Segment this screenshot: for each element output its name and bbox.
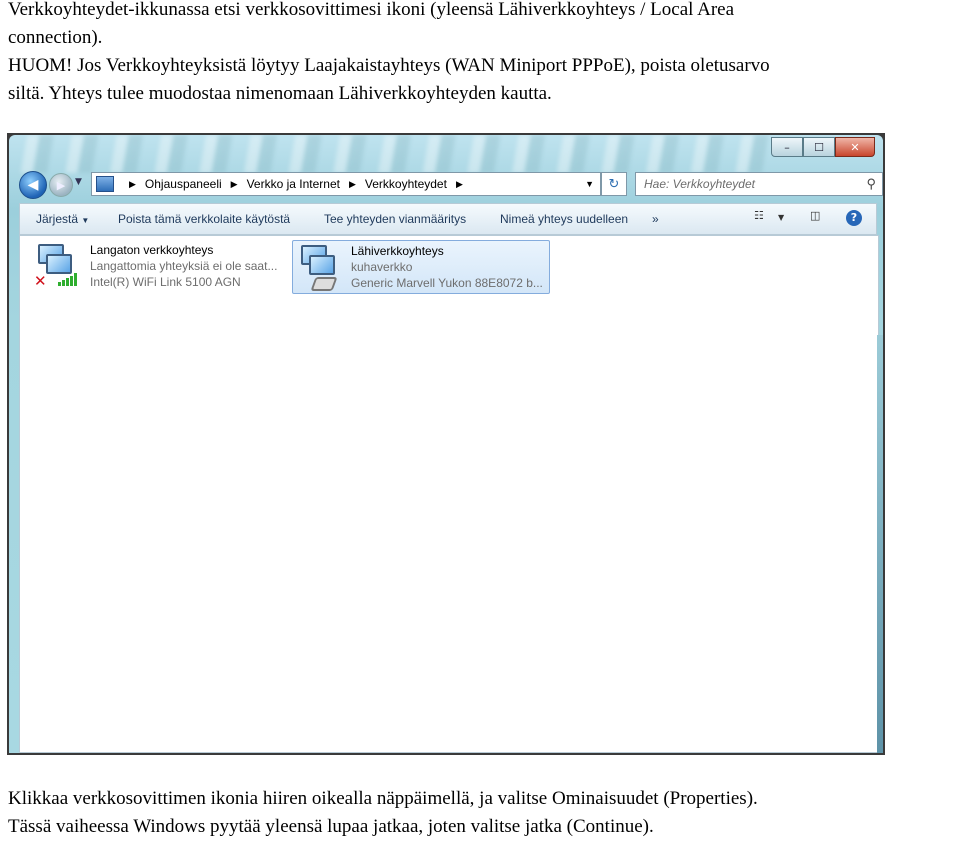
connection-device: Intel(R) WiFi Link 5100 AGN (90, 275, 241, 289)
rename-button[interactable]: Nimeä yhteys uudelleen (500, 212, 628, 226)
connection-text: Lähiverkkoyhteys kuhaverkko Generic Marv… (351, 243, 543, 291)
command-bar: Järjestä ▼ Poista tämä verkkolaite käytö… (19, 203, 877, 235)
view-options-icon[interactable]: ☷ (754, 209, 764, 222)
chevron-right-icon[interactable]: ▶ (231, 179, 238, 190)
connection-name: Langaton verkkoyhteys (90, 243, 214, 257)
help-icon[interactable]: ? (846, 210, 862, 226)
organize-label: Järjestä (36, 212, 79, 226)
breadcrumb-item[interactable]: Verkko ja Internet (247, 177, 340, 191)
minimize-button[interactable]: – (771, 137, 803, 157)
refresh-icon[interactable]: ↻ (601, 172, 627, 196)
instruction-paragraph: Klikkaa verkkosovittimen ikonia hiiren o… (8, 785, 758, 841)
disable-device-button[interactable]: Poista tämä verkkolaite käytöstä (118, 212, 290, 226)
chevron-down-icon[interactable]: ▼ (778, 213, 784, 222)
chevron-down-icon: ▼ (81, 216, 90, 225)
note-line: HUOM! Jos Verkkoyhteyksistä löytyy Laaja… (8, 55, 770, 76)
organize-button[interactable]: Järjestä ▼ (36, 212, 89, 226)
wired-network-icon (299, 243, 347, 291)
note-paragraph: HUOM! Jos Verkkoyhteyksistä löytyy Laaja… (8, 52, 770, 108)
diagnose-button[interactable]: Tee yhteyden vianmääritys (324, 212, 466, 226)
instruction-line: Tässä vaiheessa Windows pyytää yleensä l… (8, 816, 654, 837)
breadcrumb-item[interactable]: Ohjauspaneeli (145, 177, 222, 191)
wireless-network-icon: ✕ (34, 242, 82, 292)
signal-bars-icon (58, 272, 77, 286)
chevron-right-icon[interactable]: ▶ (349, 179, 356, 190)
more-commands-button[interactable]: » (652, 212, 659, 226)
connection-text: Langaton verkkoyhteys Langattomia yhteyk… (90, 242, 277, 290)
instruction-line: connection). (8, 27, 103, 48)
window-border-shade (877, 335, 883, 753)
window-title-glass (9, 135, 769, 173)
breadcrumb-item[interactable]: Verkkoyhteydet (365, 177, 447, 191)
close-button[interactable]: ✕ (835, 137, 875, 157)
screenshot-frame: – ☐ ✕ ◀ ▶ ▼ ▶ Ohjauspaneeli ▶ Verkko ja … (7, 133, 885, 755)
search-input[interactable]: Hae: Verkkoyhteydet ⚲ (635, 172, 883, 196)
maximize-button[interactable]: ☐ (803, 137, 835, 157)
connection-status: kuhaverkko (351, 260, 413, 274)
search-icon[interactable]: ⚲ (866, 176, 876, 192)
network-connections-window: – ☐ ✕ ◀ ▶ ▼ ▶ Ohjauspaneeli ▶ Verkko ja … (9, 135, 883, 753)
preview-pane-icon[interactable]: ◫ (810, 209, 820, 222)
history-dropdown-icon[interactable]: ▼ (75, 177, 82, 187)
connection-device: Generic Marvell Yukon 88E8072 b... (351, 276, 543, 290)
chevron-down-icon[interactable]: ▼ (585, 179, 594, 189)
instruction-line: Klikkaa verkkosovittimen ikonia hiiren o… (8, 788, 758, 809)
address-bar[interactable]: ▶ Ohjauspaneeli ▶ Verkko ja Internet ▶ V… (91, 172, 601, 196)
instruction-line: Verkkoyhteydet-ikkunassa etsi verkkosovi… (8, 0, 735, 20)
error-x-icon: ✕ (34, 272, 47, 290)
connection-name: Lähiverkkoyhteys (351, 244, 444, 258)
caption-buttons: – ☐ ✕ (771, 137, 875, 157)
forward-arrow-icon[interactable]: ▶ (49, 173, 73, 197)
list-item-local-area[interactable]: Lähiverkkoyhteys kuhaverkko Generic Marv… (292, 240, 550, 294)
connections-list: ✕ Langaton verkkoyhteys Langattomia yhte… (19, 235, 879, 753)
back-arrow-icon[interactable]: ◀ (19, 171, 47, 199)
chevron-right-icon[interactable]: ▶ (456, 179, 463, 190)
search-placeholder: Hae: Verkkoyhteydet (644, 177, 755, 191)
connection-status: Langattomia yhteyksiä ei ole saat... (90, 259, 278, 273)
note-line: siltä. Yhteys tulee muodostaa nimenomaan… (8, 83, 552, 104)
chevron-right-icon[interactable]: ▶ (129, 179, 136, 190)
control-panel-icon (96, 176, 114, 192)
instruction-paragraph: Verkkoyhteydet-ikkunassa etsi verkkosovi… (8, 0, 734, 52)
navigation-bar: ◀ ▶ ▼ ▶ Ohjauspaneeli ▶ Verkko ja Intern… (19, 171, 883, 199)
